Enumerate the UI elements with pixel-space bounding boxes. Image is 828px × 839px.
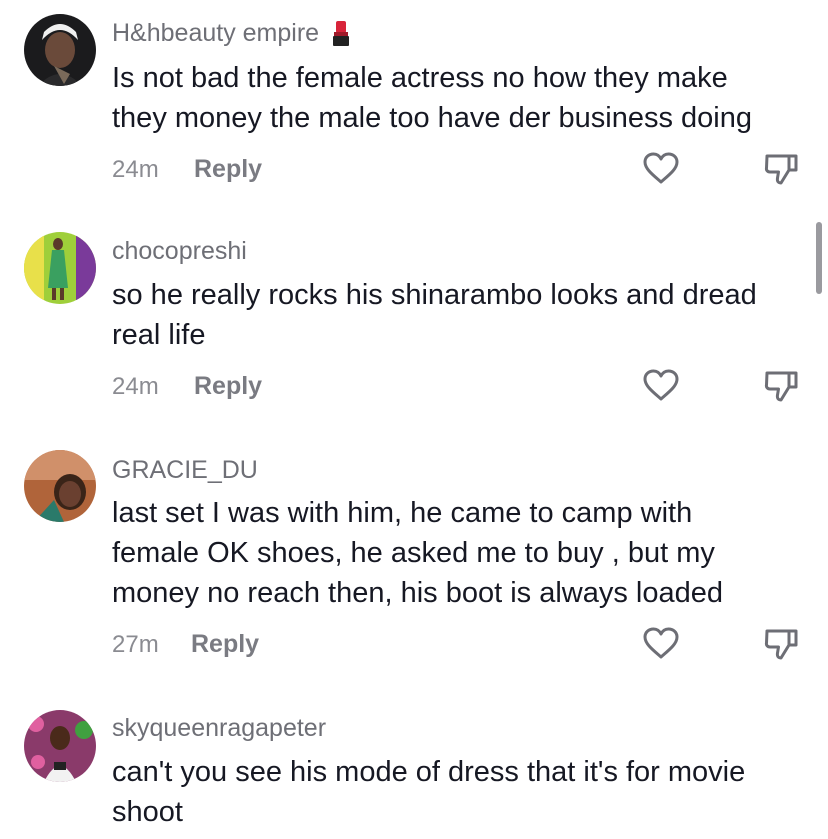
thumbs-down-icon[interactable] (761, 624, 801, 664)
reply-button[interactable]: Reply (194, 154, 262, 184)
reply-button[interactable]: Reply (194, 371, 262, 401)
comment-text: Is not bad the female actress no how the… (112, 62, 753, 134)
comments-page: H&hbeauty empire Is not bad the female a… (0, 0, 828, 839)
comment-timestamp: 24m (112, 156, 159, 183)
comment-text: can't you see his mode of dress that it'… (112, 756, 746, 828)
reply-button[interactable]: Reply (191, 629, 259, 659)
comment-timestamp: 27m (112, 631, 159, 658)
scrollbar[interactable] (816, 222, 822, 294)
comment-username[interactable]: H&hbeauty empire (112, 18, 353, 48)
thumbs-down-icon[interactable] (761, 366, 801, 406)
username-text: H&hbeauty empire (112, 19, 320, 47)
comment-text: last set I was with him, he came to camp… (112, 497, 723, 609)
heart-icon[interactable] (641, 149, 681, 189)
comment-username[interactable]: skyqueenragapeter (112, 713, 326, 743)
thumbs-down-icon[interactable] (761, 149, 801, 189)
comment-timestamp: 24m (112, 373, 159, 400)
avatar[interactable] (24, 450, 96, 522)
heart-icon[interactable] (641, 624, 681, 664)
avatar[interactable] (24, 710, 96, 782)
comment-text: so he really rocks his shinarambo looks … (112, 279, 757, 351)
heart-icon[interactable] (641, 366, 681, 406)
avatar[interactable] (24, 232, 96, 304)
avatar[interactable] (24, 14, 96, 86)
lipstick-icon (329, 18, 353, 48)
comment-username[interactable]: chocopreshi (112, 236, 247, 266)
comment-username[interactable]: GRACIE_DU (112, 455, 258, 485)
